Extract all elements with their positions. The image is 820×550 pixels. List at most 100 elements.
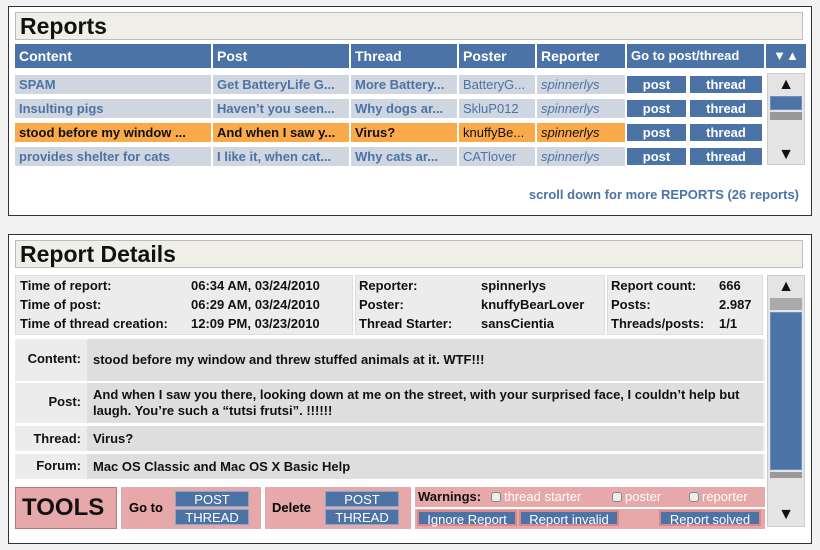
column-header-content[interactable]: Content [15, 44, 211, 68]
forum-label: Forum: [36, 458, 81, 473]
goto-thread-button[interactable]: THREAD [175, 509, 249, 525]
time-of-post-label: Time of post: [20, 297, 102, 312]
ignore-report-button[interactable]: Ignore Report [417, 510, 517, 527]
sort-arrows-icon[interactable]: ▼▲ [766, 44, 806, 68]
checkbox-icon [491, 492, 501, 502]
row-content-cell[interactable]: SPAM [15, 75, 211, 94]
report-solved-button[interactable]: Report solved [659, 510, 761, 527]
actions-bar: Ignore Report Report invalid Report solv… [415, 509, 765, 529]
warnings-bar: Warnings: thread starter poster reporter [415, 487, 765, 507]
row-poster-cell[interactable]: CATlover [459, 147, 535, 166]
goto-post-button[interactable]: post [627, 124, 686, 141]
row-poster-cell[interactable]: BatteryG... [459, 75, 535, 94]
delete-label: Delete [272, 500, 312, 515]
tools-title: TOOLS [22, 494, 105, 521]
details-scrollbar[interactable]: ▲ ▼ [767, 275, 805, 527]
row-reporter-cell[interactable]: spinnerlys [537, 75, 625, 94]
forum-value[interactable]: Mac OS Classic and Mac OS X Basic Help [87, 454, 763, 479]
warn-poster-checkbox[interactable]: poster [612, 489, 661, 504]
row-thread-cell[interactable]: Virus? [351, 123, 457, 142]
time-of-post-value: 06:29 AM, 03/24/2010 [191, 297, 320, 312]
checkbox-icon [612, 492, 622, 502]
row-thread-cell[interactable]: More Battery... [351, 75, 457, 94]
goto-thread-button[interactable]: thread [690, 76, 762, 93]
goto-post-button[interactable]: POST [175, 491, 249, 507]
scroll-track-mark [770, 112, 802, 120]
warn-reporter-label: reporter [702, 489, 748, 504]
column-header-thread[interactable]: Thread [351, 44, 457, 68]
thread-starter-value[interactable]: sansCientia [481, 315, 554, 333]
row-thread-cell[interactable]: Why dogs ar... [351, 99, 457, 118]
delete-thread-button[interactable]: THREAD [325, 509, 399, 525]
threads-posts-value: 1/1 [719, 316, 738, 331]
scroll-track-mark [770, 472, 802, 478]
scroll-track-mark [770, 298, 802, 310]
thread-value[interactable]: Virus? [87, 426, 763, 451]
warn-reporter-checkbox[interactable]: reporter [689, 489, 748, 504]
reports-panel: Reports Content Post Thread Poster Repor… [8, 6, 812, 216]
column-header-post[interactable]: Post [213, 44, 349, 68]
row-reporter-cell[interactable]: spinnerlys [537, 147, 625, 166]
row-poster-cell[interactable]: knuffyBe... [459, 123, 535, 142]
reports-scrollbar[interactable]: ▲ ▼ [767, 73, 805, 165]
scroll-up-icon[interactable]: ▲ [768, 76, 804, 94]
tools-box: TOOLS [15, 487, 117, 529]
checkbox-icon [689, 492, 699, 502]
report-invalid-button[interactable]: Report invalid [519, 510, 619, 527]
time-of-report-value: 06:34 AM, 03/24/2010 [191, 278, 320, 293]
goto-thread-button[interactable]: thread [690, 100, 762, 117]
time-of-report-label: Time of report: [20, 278, 112, 293]
row-thread-cell[interactable]: Why cats ar... [351, 147, 457, 166]
scroll-up-icon[interactable]: ▲ [768, 278, 804, 296]
warn-thread-starter-checkbox[interactable]: thread starter [491, 489, 581, 504]
threads-posts-label: Threads/posts: [611, 316, 705, 331]
delete-box: Delete POST THREAD [265, 487, 411, 529]
warn-poster-label: poster [625, 489, 662, 504]
row-content-cell[interactable]: Insulting pigs [15, 99, 211, 118]
more-reports-link[interactable]: scroll down for more REPORTS (26 reports… [529, 187, 799, 202]
row-post-cell[interactable]: Get BatteryLife G... [213, 75, 349, 94]
poster-value[interactable]: knuffyBearLover [481, 296, 584, 314]
post-label: Post: [48, 394, 82, 409]
time-of-thread-value: 12:09 PM, 03/23/2010 [191, 316, 320, 331]
scroll-down-icon[interactable]: ▼ [768, 146, 804, 164]
scroll-thumb[interactable] [770, 312, 802, 470]
report-count-label: Report count: [611, 278, 697, 293]
column-header-poster[interactable]: Poster [459, 44, 535, 68]
warn-thread-starter-label: thread starter [504, 489, 582, 504]
goto-box: Go to POST THREAD [121, 487, 261, 529]
reports-title: Reports [15, 12, 803, 40]
time-of-thread-label: Time of thread creation: [20, 316, 168, 331]
scroll-thumb[interactable] [770, 96, 802, 110]
row-reporter-cell[interactable]: spinnerlys [537, 123, 625, 142]
goto-post-button[interactable]: post [627, 148, 686, 165]
row-post-cell[interactable]: And when I saw y... [213, 123, 349, 142]
reporter-value[interactable]: spinnerlys [481, 277, 546, 295]
reporter-label: Reporter: [359, 278, 418, 293]
row-post-cell[interactable]: I like it, when cat... [213, 147, 349, 166]
posts-value: 2.987 [719, 297, 752, 312]
delete-post-button[interactable]: POST [325, 491, 399, 507]
warnings-label: Warnings: [418, 489, 482, 504]
column-header-reporter[interactable]: Reporter [537, 44, 625, 68]
goto-post-button[interactable]: post [627, 76, 686, 93]
goto-label: Go to [129, 500, 163, 515]
details-title: Report Details [15, 240, 803, 268]
row-poster-cell[interactable]: SkluP012 [459, 99, 535, 118]
column-header-goto[interactable]: Go to post/thread [627, 44, 764, 68]
report-details-panel: Report Details Time of report: 06:34 AM,… [8, 234, 812, 544]
row-content-cell[interactable]: stood before my window ... [15, 123, 211, 142]
posts-label: Posts: [611, 297, 651, 312]
goto-thread-button[interactable]: thread [690, 148, 762, 165]
post-value: And when I saw you there, looking down a… [87, 383, 763, 423]
scroll-down-icon[interactable]: ▼ [768, 506, 804, 524]
row-content-cell[interactable]: provides shelter for cats [15, 147, 211, 166]
thread-label: Thread: [33, 431, 81, 446]
row-reporter-cell[interactable]: spinnerlys [537, 99, 625, 118]
content-value: stood before my window and threw stuffed… [87, 339, 763, 381]
row-post-cell[interactable]: Haven’t you seen... [213, 99, 349, 118]
goto-thread-button[interactable]: thread [690, 124, 762, 141]
content-label: Content: [27, 351, 81, 366]
goto-post-button[interactable]: post [627, 100, 686, 117]
poster-label: Poster: [359, 297, 404, 312]
